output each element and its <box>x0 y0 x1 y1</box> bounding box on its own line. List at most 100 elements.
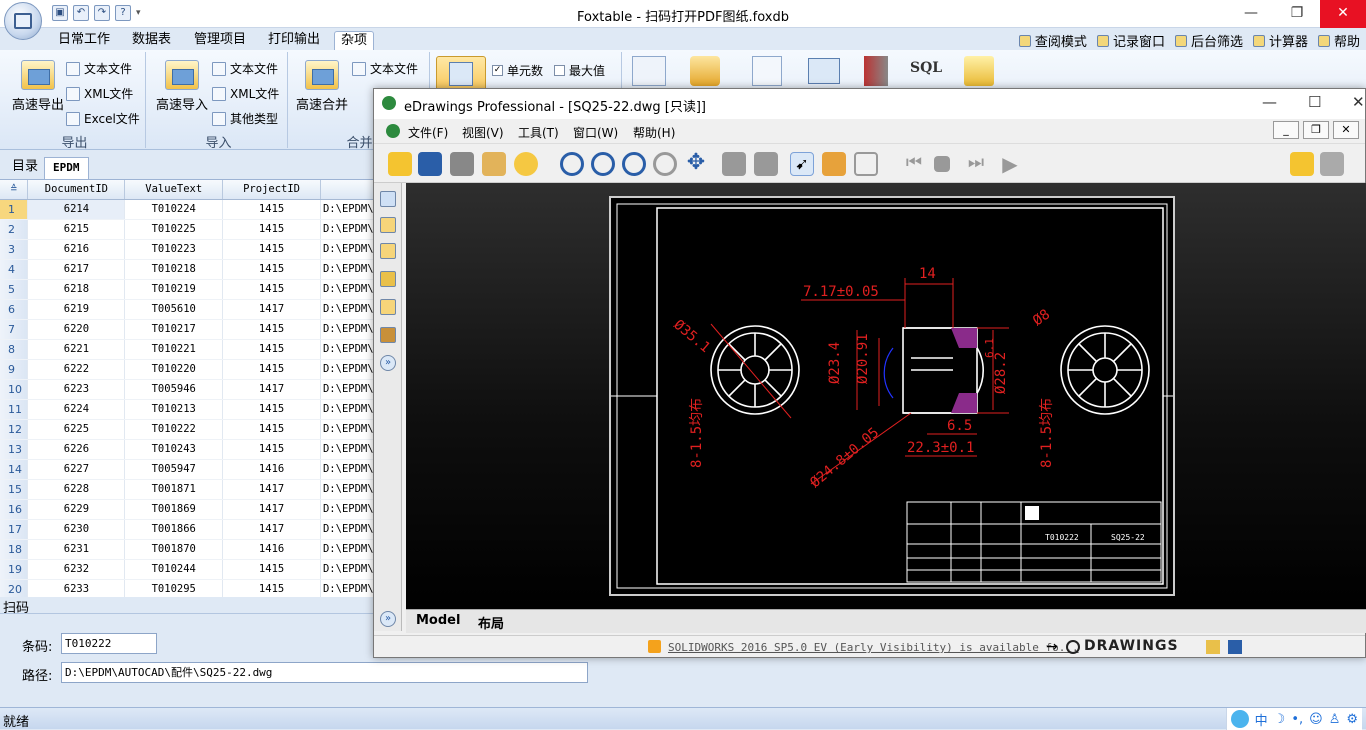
table-row[interactable]: 1 6214 T010224 1415 D:\EPDM\ <box>0 199 375 220</box>
table-row[interactable]: 18 6231 T001870 1416 D:\EPDM\ <box>0 539 375 560</box>
cell-path[interactable]: D:\EPDM\ <box>320 339 375 360</box>
menu-help[interactable]: 帮助(H) <box>633 124 675 141</box>
cell-documentid[interactable]: 6215 <box>27 219 126 240</box>
cell-documentid[interactable]: 6222 <box>27 359 126 380</box>
print-icon[interactable] <box>450 152 474 176</box>
cell-valuetext[interactable]: T010243 <box>124 439 224 460</box>
cell-path[interactable]: D:\EPDM\ <box>320 479 375 500</box>
rotate-icon[interactable] <box>653 152 677 176</box>
row-number[interactable]: 18 <box>0 539 29 560</box>
table-row[interactable]: 13 6226 T010243 1415 D:\EPDM\ <box>0 439 375 460</box>
cell-projectid[interactable]: 1417 <box>222 379 321 400</box>
expand-bottom-icon[interactable]: » <box>380 611 396 627</box>
row-number[interactable]: 11 <box>0 399 29 420</box>
cell-valuetext[interactable]: T001871 <box>124 479 224 500</box>
row-number[interactable]: 3 <box>0 239 29 260</box>
update-notice-link[interactable]: SOLIDWORKS 2016 SP5.0 EV (Early Visibili… <box>668 641 1079 654</box>
stamp-side-icon[interactable] <box>380 327 396 343</box>
tab-epdm[interactable]: EPDM <box>44 157 89 179</box>
section-icon[interactable] <box>754 152 778 176</box>
cell-valuetext[interactable]: T010213 <box>124 399 224 420</box>
cell-path[interactable]: D:\EPDM\ <box>320 399 375 420</box>
cell-projectid[interactable]: 1416 <box>222 459 321 480</box>
cell-documentid[interactable]: 6231 <box>27 539 126 560</box>
app-menu-button[interactable] <box>4 2 42 40</box>
table-row[interactable]: 17 6230 T001866 1417 D:\EPDM\ <box>0 519 375 540</box>
grid-corner[interactable]: ≙ <box>0 180 29 200</box>
max-value-check[interactable]: 最大值 <box>554 62 605 79</box>
email-icon[interactable] <box>482 152 506 176</box>
row-number[interactable]: 1 <box>0 199 29 220</box>
mdi-close-button[interactable]: ✕ <box>1333 121 1359 139</box>
cell-projectid[interactable]: 1415 <box>222 359 321 380</box>
table-row[interactable]: 11 6224 T010213 1415 D:\EPDM\ <box>0 399 375 420</box>
save-icon[interactable] <box>418 152 442 176</box>
export-text-button[interactable]: 文本文件 <box>66 60 132 77</box>
cell-documentid[interactable]: 6226 <box>27 439 126 460</box>
cell-documentid[interactable]: 6224 <box>27 399 126 420</box>
export-xml-button[interactable]: XML文件 <box>66 85 133 102</box>
row-number[interactable]: 17 <box>0 519 29 540</box>
path-field[interactable]: D:\EPDM\AUTOCAD\配件\SQ25-22.dwg <box>61 662 588 683</box>
punct-icon[interactable]: •, <box>1291 712 1303 727</box>
tab-manage[interactable]: 管理项目 <box>188 31 252 50</box>
cell-valuetext[interactable]: T010221 <box>124 339 224 360</box>
row-number[interactable]: 12 <box>0 419 29 440</box>
expand-icon[interactable]: » <box>380 355 396 371</box>
row-number[interactable]: 5 <box>0 279 29 300</box>
cell-valuetext[interactable]: T010220 <box>124 359 224 380</box>
measure-icon[interactable] <box>1290 152 1314 176</box>
report-icon[interactable] <box>632 56 666 86</box>
measure-status-icon[interactable] <box>1228 640 1242 654</box>
settings-icon[interactable]: ⚙ <box>1346 712 1358 727</box>
table-row[interactable]: 16 6229 T001869 1417 D:\EPDM\ <box>0 499 375 520</box>
cell-projectid[interactable]: 1416 <box>222 539 321 560</box>
fast-import-button[interactable]: 高速导入 <box>152 60 212 113</box>
cell-valuetext[interactable]: T010244 <box>124 559 224 580</box>
cell-path[interactable]: D:\EPDM\ <box>320 539 375 560</box>
cell-documentid[interactable]: 6220 <box>27 319 126 340</box>
col-valuetext[interactable]: ValueText <box>124 180 224 200</box>
import-xml-button[interactable]: XML文件 <box>212 85 279 102</box>
cell-projectid[interactable]: 1415 <box>222 399 321 420</box>
select-icon[interactable]: ➹ <box>790 152 814 176</box>
edrawings-maximize-button[interactable]: ☐ <box>1308 93 1321 111</box>
cell-projectid[interactable]: 1415 <box>222 259 321 280</box>
cell-projectid[interactable]: 1415 <box>222 239 321 260</box>
cell-documentid[interactable]: 6218 <box>27 279 126 300</box>
cell-documentid[interactable]: 6229 <box>27 499 126 520</box>
cell-projectid[interactable]: 1417 <box>222 299 321 320</box>
mdi-restore-button[interactable]: ❐ <box>1303 121 1329 139</box>
ime-toolbar[interactable]: 中 ☽ •, ☺ ♙ ⚙ <box>1225 708 1362 730</box>
table-row[interactable]: 10 6223 T005946 1417 D:\EPDM\ <box>0 379 375 400</box>
row-number[interactable]: 2 <box>0 219 29 240</box>
cell-valuetext[interactable]: T010218 <box>124 259 224 280</box>
cell-path[interactable]: D:\EPDM\ <box>320 239 375 260</box>
stop-icon[interactable] <box>934 156 950 172</box>
cell-valuetext[interactable]: T010225 <box>124 219 224 240</box>
doc-icon[interactable] <box>386 124 400 138</box>
cell-path[interactable]: D:\EPDM\ <box>320 439 375 460</box>
table-row[interactable]: 7 6220 T010217 1415 D:\EPDM\ <box>0 319 375 340</box>
row-number[interactable]: 4 <box>0 259 29 280</box>
record-window-link[interactable]: 记录窗口 <box>1096 31 1165 50</box>
cell-path[interactable]: D:\EPDM\ <box>320 219 375 240</box>
table-row[interactable]: 15 6228 T001871 1417 D:\EPDM\ <box>0 479 375 500</box>
zoom-icon[interactable] <box>560 152 584 176</box>
ime-mode[interactable]: 中 <box>1255 710 1268 729</box>
table-row[interactable]: 5 6218 T010219 1415 D:\EPDM\ <box>0 279 375 300</box>
help-icon[interactable] <box>514 152 538 176</box>
cell-path[interactable]: D:\EPDM\ <box>320 419 375 440</box>
row-number[interactable]: 9 <box>0 359 29 380</box>
export-excel-button[interactable]: Excel文件 <box>66 110 140 127</box>
cell-documentid[interactable]: 6214 <box>27 199 126 220</box>
plugin-icon[interactable] <box>964 56 994 86</box>
cell-path[interactable]: D:\EPDM\ <box>320 459 375 480</box>
cell-documentid[interactable]: 6227 <box>27 459 126 480</box>
cell-valuetext[interactable]: T005947 <box>124 459 224 480</box>
cell-valuetext[interactable]: T001870 <box>124 539 224 560</box>
cell-documentid[interactable]: 6230 <box>27 519 126 540</box>
cell-valuetext[interactable]: T010217 <box>124 319 224 340</box>
components-icon[interactable] <box>380 217 396 233</box>
cell-documentid[interactable]: 6233 <box>27 579 126 597</box>
